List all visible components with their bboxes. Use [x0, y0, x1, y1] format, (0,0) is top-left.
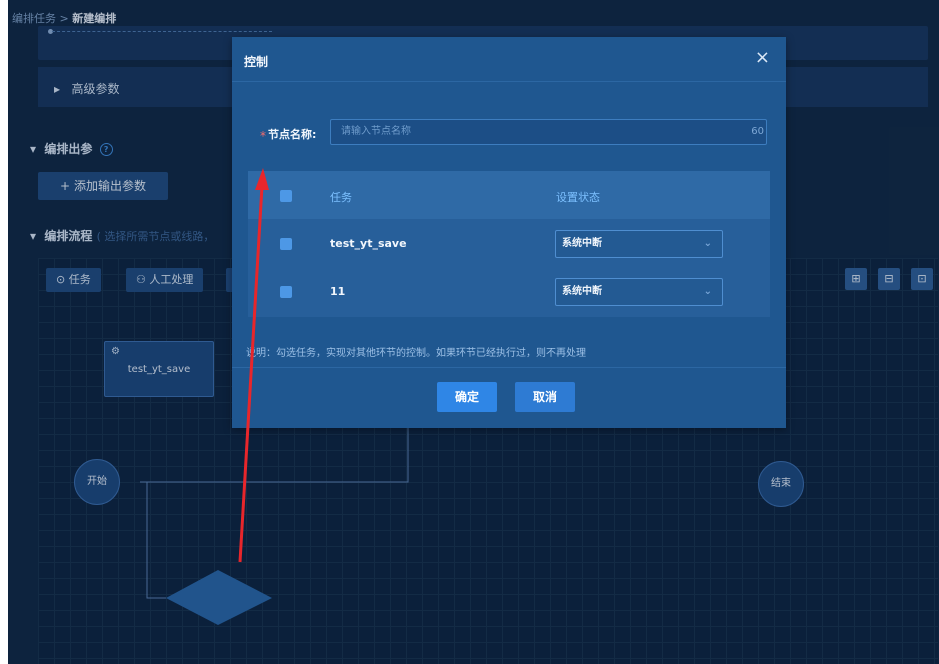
- row-task: test_yt_save: [330, 237, 407, 250]
- node-name-label: 节点名称:: [268, 128, 317, 141]
- confirm-button[interactable]: 确定: [437, 382, 497, 412]
- task-table: 任务 设置状态 test_yt_save 系统中断 ⌄ 11 系统中断 ⌄: [248, 171, 770, 317]
- header-divider: [232, 81, 786, 82]
- table-header: 任务 设置状态: [248, 171, 770, 219]
- footer-divider: [232, 367, 786, 368]
- required-mark: *: [260, 129, 266, 143]
- row-checkbox[interactable]: [280, 286, 292, 298]
- close-icon[interactable]: ×: [755, 47, 770, 68]
- status-select[interactable]: 系统中断 ⌄: [555, 278, 723, 306]
- status-select[interactable]: 系统中断 ⌄: [555, 230, 723, 258]
- cancel-button[interactable]: 取消: [515, 382, 575, 412]
- dialog-note: 说明：勾选任务，实现对其他环节的控制。如果环节已经执行过，则不再处理: [246, 348, 586, 359]
- select-all-checkbox[interactable]: [280, 190, 292, 202]
- row-checkbox[interactable]: [280, 238, 292, 250]
- chevron-down-icon: ⌄: [703, 286, 712, 297]
- node-name-placeholder: 请输入节点名称: [341, 126, 411, 137]
- name-max-length: 60: [751, 126, 764, 137]
- dialog-title: 控制: [244, 55, 269, 69]
- node-name-input[interactable]: 请输入节点名称: [330, 119, 767, 145]
- row-task: 11: [330, 285, 346, 298]
- status-value: 系统中断: [562, 238, 602, 249]
- header-status: 设置状态: [556, 191, 600, 204]
- header-task: 任务: [330, 191, 352, 204]
- control-dialog: 控制 × * 节点名称: 请输入节点名称 60 任务 设置状态 test_yt_…: [232, 37, 786, 428]
- chevron-down-icon: ⌄: [703, 238, 712, 249]
- status-value: 系统中断: [562, 286, 602, 297]
